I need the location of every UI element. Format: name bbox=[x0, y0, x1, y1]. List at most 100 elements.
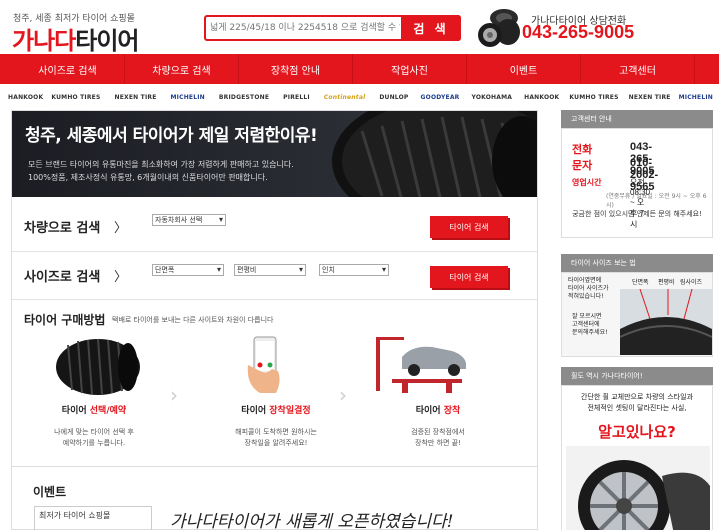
event-headline[interactable]: 가나다타이어가 새롭게 오픈하였습니다! bbox=[170, 507, 454, 530]
brand-logo[interactable]: NEXEN TIRE bbox=[629, 94, 671, 101]
brand-logo[interactable]: NEXEN TIRE bbox=[115, 94, 157, 101]
sidebar: 고객센터 안내 전화 043-265-9005 문자 010-2002-9565… bbox=[561, 110, 713, 530]
size-guide-line: 잘 모르시면 bbox=[572, 313, 602, 320]
cs-phone-label: 전화 bbox=[572, 143, 593, 156]
step-title-text: 타이어 bbox=[61, 406, 90, 416]
step-title-highlight: 장착 bbox=[443, 406, 461, 416]
brand-logo[interactable]: HANKOOK bbox=[8, 94, 43, 101]
wheel-headline: 알고있나요? bbox=[598, 423, 676, 441]
vehicle-maker-select[interactable]: 자동차회사 선택 bbox=[152, 214, 226, 226]
size-guide-header: 타이어 사이즈 보는 법 bbox=[561, 254, 713, 272]
brand-logo[interactable]: HANKOOK bbox=[524, 94, 559, 101]
brand-logo[interactable]: MICHELIN bbox=[679, 94, 713, 101]
size-guide-text: 타이어옆면에 타이어 사이즈가 적혀있습니다! bbox=[568, 277, 609, 301]
banner-text-line: 모든 브랜드 타이어의 유통마진을 최소화하여 가장 저렴하게 판매하고 있습니… bbox=[28, 160, 294, 169]
phone-hand-icon bbox=[247, 336, 280, 393]
size-guide-note: 잘 모르시면 고객센터에 문의해주세요! bbox=[572, 313, 608, 337]
chevron-right-icon: 〉 bbox=[114, 270, 128, 285]
brand-logo[interactable]: MICHELIN bbox=[171, 94, 205, 101]
logo-dark-text: 타이어 bbox=[75, 27, 139, 55]
tire-stack-icon bbox=[478, 9, 520, 47]
tire-image bbox=[332, 111, 537, 197]
wheel-image bbox=[566, 446, 710, 530]
step-title-text: 타이어 bbox=[415, 406, 444, 416]
nav-item-vehicle-search[interactable]: 차량으로 검색 bbox=[125, 54, 239, 84]
logo-red-text: 가나다 bbox=[12, 27, 76, 55]
nav-item-support[interactable]: 고객센터 bbox=[581, 54, 695, 84]
site-logo[interactable]: 가나다타이어 bbox=[12, 21, 140, 56]
vehicle-search-label: 차량으로 검색 bbox=[24, 221, 101, 236]
size-guide-line: 고객센터에 bbox=[572, 321, 600, 328]
step-title-text: 타이어 bbox=[241, 406, 270, 416]
brand-logo[interactable]: PIRELLI bbox=[283, 94, 310, 101]
brand-logo[interactable]: BRIDGESTONE bbox=[219, 94, 269, 101]
chevron-right-icon: 〉 bbox=[114, 221, 128, 236]
width-select[interactable]: 단면폭 bbox=[152, 264, 224, 276]
inch-select[interactable]: 인치 bbox=[319, 264, 389, 276]
brand-logo[interactable]: DUNLOP bbox=[379, 94, 408, 101]
section-divider bbox=[12, 251, 537, 252]
search-input[interactable] bbox=[210, 19, 400, 37]
step-3-desc: 장착만 하면 끝! bbox=[415, 439, 461, 447]
size-tire-search-button[interactable]: 타이어 검색 bbox=[430, 266, 508, 288]
step-1-desc: 예약하기를 누릅니다. bbox=[62, 439, 126, 447]
size-guide-line: 타이어 사이즈가 bbox=[568, 285, 609, 292]
search-button[interactable]: 검 색 bbox=[401, 15, 461, 41]
size-guide-line: 적혀있습니다! bbox=[568, 293, 604, 300]
step-3-title: 타이어 장착 bbox=[368, 403, 508, 416]
step-2-desc: 해피콜이 도착하면 원하시는 bbox=[235, 428, 317, 436]
wheel-text: 간단한 휠 교체만으로 차량의 스타일과 bbox=[581, 393, 693, 401]
nav-item-size-search[interactable]: 사이즈로 검색 bbox=[11, 54, 125, 84]
banner-text-line: 100%정품, 제조사정식 유통망, 6개월이내의 신품타이어만 판매합니다. bbox=[28, 173, 268, 182]
size-ratio-label: 편평비 bbox=[658, 279, 675, 286]
size-width-label: 단면폭 bbox=[632, 279, 649, 286]
step-1-desc: 나에게 맞는 타이어 선택 후 bbox=[54, 428, 134, 436]
brand-logo[interactable]: KUMHO TIRES bbox=[51, 94, 100, 101]
nav-item-events[interactable]: 이벤트 bbox=[467, 54, 581, 84]
tire-sidewall-image bbox=[620, 289, 712, 355]
brand-logo[interactable]: GOODYEAR bbox=[421, 94, 460, 101]
howto-title: 타이어 구매방법 bbox=[24, 313, 106, 327]
brand-logo[interactable]: Continental bbox=[324, 94, 366, 101]
cs-header: 고객센터 안내 bbox=[561, 110, 713, 128]
search-box: 검 색 bbox=[204, 15, 461, 41]
section-divider bbox=[12, 299, 537, 300]
tire-image bbox=[56, 338, 140, 395]
brand-strip: HANKOOK KUMHO TIRES NEXEN TIRE MICHELIN … bbox=[0, 85, 719, 109]
size-guide-line: 문의해주세요! bbox=[572, 329, 608, 336]
cs-hours-note: (연중무휴 / 일요일 : 오전 9시 ~ 오후 6시) bbox=[606, 193, 707, 209]
nav-item-shops[interactable]: 장착점 안내 bbox=[239, 54, 353, 84]
wheel-header: 휠도 역시 가나다타이어! bbox=[561, 367, 713, 385]
cs-hours-label: 영업시간 bbox=[572, 178, 602, 187]
cs-phone-row: 전화 043-265-9005 bbox=[572, 141, 654, 177]
banner-title: 청주, 세종에서 타이어가 제일 저렴한이유! bbox=[25, 126, 318, 146]
vehicle-tire-search-button[interactable]: 타이어 검색 bbox=[430, 216, 508, 238]
chevron-right-icon: › bbox=[170, 383, 178, 407]
main-nav: 사이즈로 검색 차량으로 검색 장착점 안내 작업사진 이벤트 고객센터 bbox=[0, 54, 719, 84]
site-header: 청주, 세종 최저가 타이어 쇼핑몰 가나다타이어 검 색 가나다타이어 상담전… bbox=[0, 0, 719, 56]
event-tag[interactable]: 최저가 타이어 쇼핑몰 bbox=[34, 506, 152, 530]
step-title-highlight: 장착일결정 bbox=[269, 406, 311, 416]
nav-item-photos[interactable]: 작업사진 bbox=[353, 54, 467, 84]
size-guide-box[interactable]: 타이어옆면에 타이어 사이즈가 적혀있습니다! 단면폭 편평비 림사이즈 잘 모… bbox=[561, 272, 713, 357]
phone-number[interactable]: 043-265-9005 bbox=[522, 22, 634, 43]
step-title-highlight: 선택/예약 bbox=[89, 406, 127, 416]
step-1-title: 타이어 선택/예약 bbox=[24, 403, 164, 416]
promo-banner: 청주, 세종에서 타이어가 제일 저렴한이유! 모든 브랜드 타이어의 유통마진… bbox=[12, 111, 537, 197]
howto-subtitle: 택배로 타이어를 보내는 다른 사이트와 차원이 다릅니다 bbox=[112, 316, 274, 324]
chevron-right-icon: › bbox=[339, 383, 347, 407]
cs-sms-label: 문자 bbox=[572, 159, 593, 172]
ratio-select[interactable]: 편평비 bbox=[234, 264, 306, 276]
size-guide-line: 타이어옆면에 bbox=[568, 277, 602, 284]
main-content: 청주, 세종에서 타이어가 제일 저렴한이유! 모든 브랜드 타이어의 유통마진… bbox=[11, 110, 538, 530]
brand-logo[interactable]: YOKOHAMA bbox=[472, 94, 513, 101]
event-section: 이벤트 최저가 타이어 쇼핑몰 가나다타이어가 새롭게 오픈하였습니다! bbox=[12, 466, 537, 530]
step-2-desc: 장착일을 알려주세요! bbox=[244, 439, 308, 447]
event-title: 이벤트 bbox=[33, 485, 67, 499]
size-rim-label: 림사이즈 bbox=[680, 279, 703, 286]
step-2-title: 타이어 장착일결정 bbox=[206, 403, 346, 416]
brand-logo[interactable]: KUMHO TIRES bbox=[569, 94, 618, 101]
cs-hours-row: 영업시간 오전 08:30 ~ 오후 7시 bbox=[572, 177, 650, 229]
cs-note: 궁금한 점이 있으시면 언제든 문의 해주세요! bbox=[572, 210, 702, 218]
wheel-promo[interactable]: 간단한 휠 교체만으로 차량의 스타일과 전체적인 셋팅이 달라진다는 사실, … bbox=[561, 385, 713, 530]
